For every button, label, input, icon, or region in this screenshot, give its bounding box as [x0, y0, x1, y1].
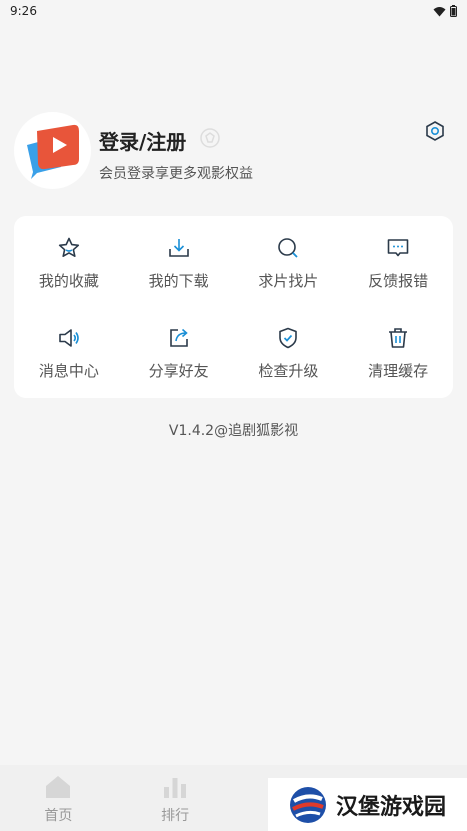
menu-item-clear-cache[interactable]: 清理缓存 [343, 306, 453, 396]
status-time: 9:26 [10, 4, 37, 18]
menu-label: 我的收藏 [38, 272, 99, 290]
vip-badge-icon [200, 128, 220, 148]
login-subtitle: 会员登录享更多观影权益 [99, 166, 253, 182]
menu-label: 我的下载 [148, 272, 209, 290]
tab-label: 排行 [161, 808, 190, 824]
shield-check-icon [279, 327, 298, 349]
menu-item-request[interactable]: 求片找片 [234, 216, 344, 306]
share-icon [169, 328, 188, 347]
menu-item-messages[interactable]: 消息中心 [14, 306, 124, 396]
watermark-logo-icon [290, 786, 326, 823]
bar-chart-icon [164, 778, 187, 798]
home-icon [46, 776, 71, 798]
menu-label: 分享好友 [148, 362, 209, 380]
status-icons [433, 5, 457, 17]
menu-label: 反馈报错 [368, 272, 429, 290]
settings-icon[interactable] [424, 120, 446, 142]
menu-label: 消息中心 [38, 362, 99, 380]
watermark: 汉堡游戏园 [268, 778, 467, 831]
menu-label: 求片找片 [258, 272, 319, 290]
menu-label: 清理缓存 [368, 362, 429, 380]
menu-item-feedback[interactable]: 反馈报错 [343, 216, 453, 306]
avatar[interactable] [14, 112, 91, 189]
menu-item-share[interactable]: 分享好友 [124, 306, 234, 396]
battery-icon [450, 5, 457, 17]
menu-item-update[interactable]: 检查升级 [234, 306, 344, 396]
star-icon [58, 237, 79, 257]
watermark-text: 汉堡游戏园 [336, 793, 447, 820]
search-icon [278, 238, 299, 258]
login-register-link[interactable]: 登录/注册 [99, 126, 186, 155]
download-icon [168, 239, 189, 257]
tab-ranking[interactable]: 排行 [117, 765, 234, 831]
status-bar: 9:26 [0, 0, 467, 22]
menu-item-favorites[interactable]: 我的收藏 [14, 216, 124, 306]
trash-icon [389, 328, 408, 348]
tab-label: 首页 [44, 808, 73, 824]
profile-header[interactable]: 登录/注册 会员登录享更多观影权益 [14, 112, 454, 190]
version-text: V1.4.2@追剧狐影视 [168, 423, 299, 439]
menu-label: 检查升级 [258, 362, 319, 380]
wifi-icon [433, 6, 446, 16]
speaker-icon [59, 329, 79, 347]
menu-item-downloads[interactable]: 我的下载 [124, 216, 234, 306]
tab-home[interactable]: 首页 [0, 765, 117, 831]
function-menu-card: 我的收藏 我的下载 求片找片 反馈报错 消息中心 分享好友 检查升级 清理缓存 [14, 216, 453, 398]
feedback-icon [387, 239, 409, 257]
app-logo-icon [26, 124, 79, 179]
